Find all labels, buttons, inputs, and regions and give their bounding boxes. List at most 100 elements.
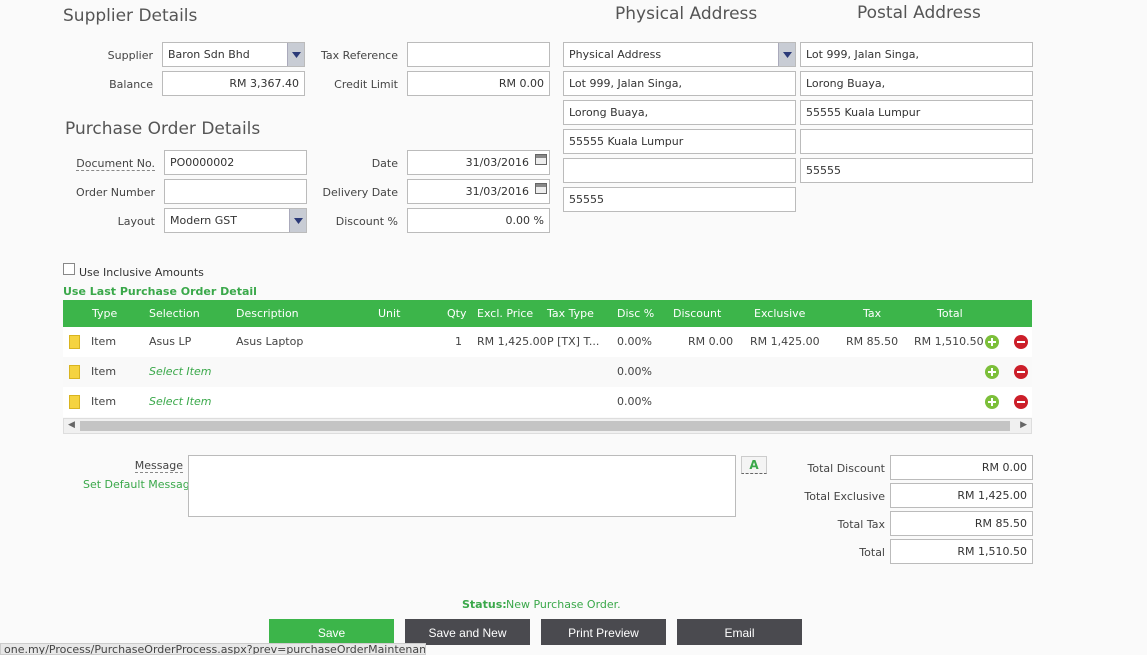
email-button[interactable]: Email xyxy=(677,619,802,645)
calendar-icon[interactable] xyxy=(535,154,547,165)
col-tax[interactable]: Tax xyxy=(863,307,881,320)
total-field: RM 1,510.50 xyxy=(890,539,1033,564)
print-preview-button[interactable]: Print Preview xyxy=(541,619,666,645)
cell-discount: RM 0.00 xyxy=(688,335,734,348)
font-format-icon[interactable]: A xyxy=(741,456,767,474)
credit-limit-field: RM 0.00 xyxy=(407,71,550,96)
physical-address-line4[interactable] xyxy=(563,158,796,183)
discount-input[interactable]: 0.00 % xyxy=(407,208,550,233)
date-label: Date xyxy=(371,157,398,170)
total-tax-label: Total Tax xyxy=(837,518,885,531)
scroll-right-icon[interactable]: ▶ xyxy=(1020,420,1027,430)
inclusive-amounts-checkbox[interactable] xyxy=(63,263,75,275)
col-discount[interactable]: Discount xyxy=(673,307,721,320)
cell-type: Item xyxy=(91,335,117,348)
col-tax-type[interactable]: Tax Type xyxy=(547,307,594,320)
purchase-order-details-heading: Purchase Order Details xyxy=(65,119,261,139)
total-tax-field: RM 85.50 xyxy=(890,511,1033,536)
physical-address-line1[interactable]: Lot 999, Jalan Singa, xyxy=(563,71,796,96)
add-row-icon[interactable] xyxy=(985,395,999,409)
cell-qty: 1 xyxy=(455,335,462,348)
save-button[interactable]: Save xyxy=(269,619,394,645)
cell-disc: 0.00% xyxy=(617,365,652,378)
total-exclusive-label: Total Exclusive xyxy=(804,490,885,503)
scroll-left-icon[interactable]: ◀ xyxy=(68,420,75,430)
table-row[interactable]: Item Asus LP Asus Laptop 1 RM 1,425.00 P… xyxy=(63,327,1032,357)
physical-address-postcode[interactable]: 55555 xyxy=(563,187,796,212)
layout-select[interactable]: Modern GST xyxy=(164,208,307,233)
postal-address-line3[interactable]: 55555 Kuala Lumpur xyxy=(800,100,1033,125)
status-label: Status: xyxy=(462,598,507,611)
postal-address-line2[interactable]: Lorong Buaya, xyxy=(800,71,1033,96)
order-number-input[interactable] xyxy=(164,179,307,204)
document-no-input[interactable]: PO0000002 xyxy=(164,150,307,175)
cell-excl-price: RM 1,425.00 xyxy=(477,335,547,348)
cell-total: RM 1,510.50 xyxy=(914,335,984,348)
remove-row-icon[interactable] xyxy=(1014,335,1028,349)
col-description[interactable]: Description xyxy=(236,307,299,320)
cell-tax: RM 85.50 xyxy=(846,335,899,348)
select-item-link[interactable]: Select Item xyxy=(149,365,211,378)
horizontal-scrollbar[interactable]: ◀ ▶ xyxy=(63,418,1032,434)
calendar-icon[interactable] xyxy=(535,183,547,194)
address-type-select[interactable]: Physical Address xyxy=(563,42,796,67)
cell-type: Item xyxy=(91,365,117,378)
save-and-new-button[interactable]: Save and New xyxy=(405,619,530,645)
message-label[interactable]: Message xyxy=(134,459,183,473)
layout-value: Modern GST xyxy=(170,214,237,227)
physical-address-line2[interactable]: Lorong Buaya, xyxy=(563,100,796,125)
total-exclusive-field: RM 1,425.00 xyxy=(890,483,1033,508)
cell-disc: 0.00% xyxy=(617,395,652,408)
document-no-label[interactable]: Document No. xyxy=(76,157,155,171)
supplier-select[interactable]: Baron Sdn Bhd xyxy=(162,42,305,67)
table-row[interactable]: Item Select Item 0.00% xyxy=(63,387,1032,417)
postal-address-postcode[interactable]: 55555 xyxy=(800,158,1033,183)
use-last-po-link[interactable]: Use Last Purchase Order Detail xyxy=(63,285,257,298)
tax-reference-input[interactable] xyxy=(407,42,550,67)
col-selection[interactable]: Selection xyxy=(149,307,200,320)
total-discount-label: Total Discount xyxy=(807,462,885,475)
remove-row-icon[interactable] xyxy=(1014,395,1028,409)
postal-address-line1[interactable]: Lot 999, Jalan Singa, xyxy=(800,42,1033,67)
col-qty[interactable]: Qty xyxy=(447,307,466,320)
postal-address-heading: Postal Address xyxy=(857,3,981,23)
layout-label: Layout xyxy=(117,215,155,228)
col-type[interactable]: Type xyxy=(92,307,117,320)
cell-type: Item xyxy=(91,395,117,408)
cell-description: Asus Laptop xyxy=(236,335,304,348)
col-unit[interactable]: Unit xyxy=(378,307,400,320)
cell-tax-type: P [TX] T... xyxy=(547,335,600,348)
table-row[interactable]: Item Select Item 0.00% xyxy=(63,357,1032,387)
physical-address-line3[interactable]: 55555 Kuala Lumpur xyxy=(563,129,796,154)
col-total[interactable]: Total xyxy=(937,307,963,320)
inclusive-amounts-label: Use Inclusive Amounts xyxy=(79,266,204,279)
postal-address-line4[interactable] xyxy=(800,129,1033,154)
delivery-date-input[interactable]: 31/03/2016 xyxy=(407,179,550,204)
cell-exclusive: RM 1,425.00 xyxy=(750,335,820,348)
credit-limit-label: Credit Limit xyxy=(334,78,398,91)
col-exclusive[interactable]: Exclusive xyxy=(754,307,805,320)
select-item-link[interactable]: Select Item xyxy=(149,395,211,408)
scrollbar-thumb[interactable] xyxy=(80,421,1010,431)
note-icon xyxy=(69,365,80,379)
note-icon xyxy=(69,395,80,409)
add-row-icon[interactable] xyxy=(985,365,999,379)
address-type-value: Physical Address xyxy=(569,48,662,61)
set-default-message-link[interactable]: Set Default Message xyxy=(83,478,196,491)
order-number-label: Order Number xyxy=(76,186,155,199)
col-excl-price[interactable]: Excl. Price xyxy=(477,307,533,320)
total-discount-field: RM 0.00 xyxy=(890,455,1033,480)
add-row-icon[interactable] xyxy=(985,335,999,349)
note-icon xyxy=(69,335,80,349)
delivery-date-label: Delivery Date xyxy=(322,186,398,199)
chevron-down-icon[interactable] xyxy=(778,43,795,66)
date-input[interactable]: 31/03/2016 xyxy=(407,150,550,175)
cell-selection[interactable]: Asus LP xyxy=(149,335,191,348)
tax-reference-label: Tax Reference xyxy=(320,49,398,62)
discount-label: Discount % xyxy=(335,215,398,228)
col-disc[interactable]: Disc % xyxy=(617,307,654,320)
remove-row-icon[interactable] xyxy=(1014,365,1028,379)
message-textarea[interactable] xyxy=(188,455,736,517)
grid-header: Type Selection Description Unit Qty Excl… xyxy=(63,300,1032,327)
supplier-label: Supplier xyxy=(107,49,153,62)
